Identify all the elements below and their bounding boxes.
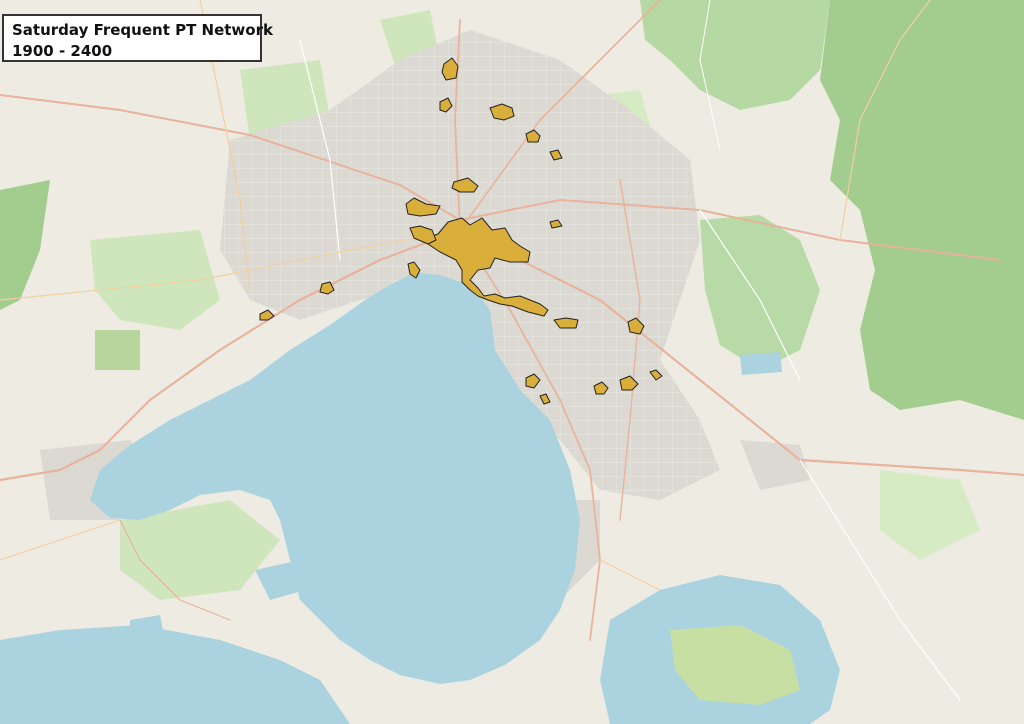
map-title-box: Saturday Frequent PT Network 1900 - 2400 xyxy=(2,14,273,62)
map-subtitle: 1900 - 2400 xyxy=(12,42,113,60)
basemap[interactable] xyxy=(0,0,1024,724)
map-title: Saturday Frequent PT Network xyxy=(12,21,273,39)
map-view[interactable]: Saturday Frequent PT Network 1900 - 2400 xyxy=(0,0,1024,724)
lake-1 xyxy=(740,352,782,375)
